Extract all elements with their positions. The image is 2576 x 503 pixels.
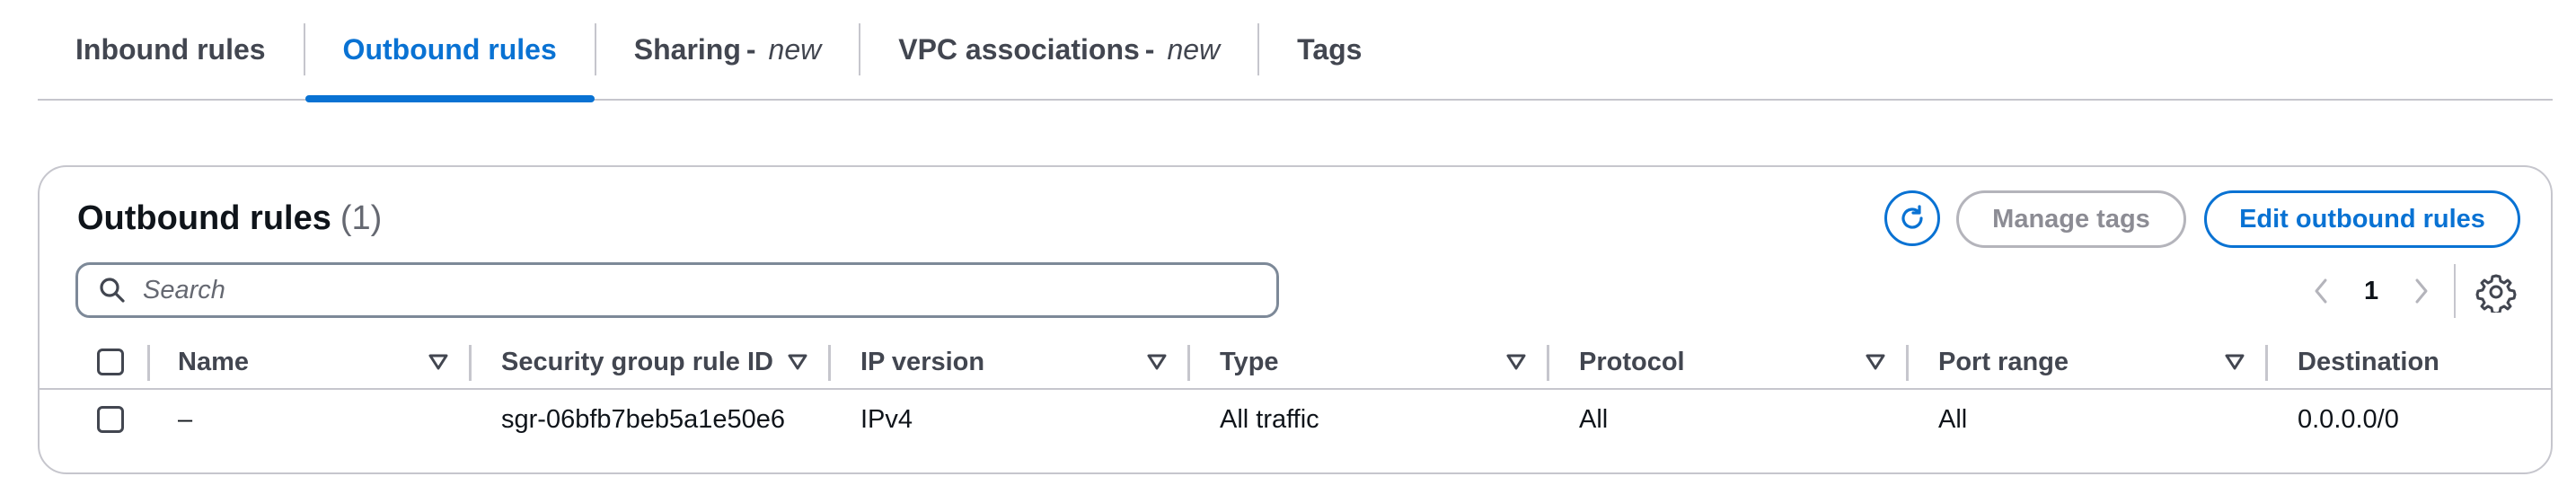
panel-title: Outbound rules (1) bbox=[77, 199, 382, 238]
manage-tags-button[interactable]: Manage tags bbox=[1956, 190, 2186, 248]
column-header-ip-version[interactable]: IP version bbox=[860, 334, 984, 390]
pager-divider bbox=[2454, 264, 2456, 318]
sort-caret-icon[interactable] bbox=[787, 352, 808, 372]
column-divider bbox=[2265, 345, 2268, 381]
next-page-button[interactable] bbox=[2404, 277, 2439, 305]
tab-label: Inbound rules bbox=[75, 32, 266, 66]
tab-dash: - bbox=[745, 32, 756, 66]
edit-outbound-rules-button[interactable]: Edit outbound rules bbox=[2204, 190, 2520, 248]
panel-title-text: Outbound rules bbox=[77, 199, 331, 237]
chevron-left-icon bbox=[2315, 278, 2327, 304]
table-row[interactable]: – sgr-06bfb7beb5a1e50e6 IPv4 All traffic… bbox=[40, 392, 2551, 447]
tab-label: Outbound rules bbox=[342, 32, 557, 66]
cell-type: All traffic bbox=[1220, 404, 1319, 434]
column-header-type[interactable]: Type bbox=[1220, 334, 1279, 390]
sort-caret-icon[interactable] bbox=[428, 352, 449, 372]
sort-caret-icon[interactable] bbox=[1505, 352, 1527, 372]
refresh-icon bbox=[1901, 205, 1923, 229]
cell-ip-version: IPv4 bbox=[860, 404, 913, 434]
cell-port-range: All bbox=[1938, 404, 1968, 434]
column-divider bbox=[1187, 345, 1190, 381]
tab-new-badge: new bbox=[1167, 32, 1221, 66]
refresh-button[interactable] bbox=[1884, 190, 1940, 246]
column-divider bbox=[828, 345, 831, 381]
tab-label: Sharing bbox=[633, 32, 741, 66]
column-divider bbox=[1547, 345, 1549, 381]
sort-caret-icon[interactable] bbox=[2224, 352, 2245, 372]
tab-label: VPC associations bbox=[898, 32, 1140, 66]
sort-caret-icon[interactable] bbox=[1146, 352, 1168, 372]
tab-tags[interactable]: Tags bbox=[1259, 0, 1399, 99]
tab-bar: Inbound rules Outbound rules Sharing - n… bbox=[38, 0, 2553, 102]
tab-new-badge: new bbox=[768, 32, 822, 66]
column-divider bbox=[1906, 345, 1909, 381]
search-icon bbox=[100, 278, 125, 303]
settings-gear-icon[interactable] bbox=[2475, 271, 2517, 313]
column-header-rule-id[interactable]: Security group rule ID bbox=[501, 334, 773, 390]
column-header-protocol[interactable]: Protocol bbox=[1579, 334, 1685, 390]
pagination: 1 bbox=[2303, 264, 2439, 318]
sort-caret-icon[interactable] bbox=[1865, 352, 1886, 372]
outbound-rules-panel: Outbound rules (1) Manage tags Edit outbo… bbox=[38, 165, 2553, 474]
cell-rule-id: sgr-06bfb7beb5a1e50e6 bbox=[501, 404, 786, 434]
cell-name: – bbox=[178, 404, 193, 434]
rule-count: (1) bbox=[340, 199, 383, 237]
tab-sharing[interactable]: Sharing - new bbox=[596, 0, 859, 99]
column-divider bbox=[147, 345, 150, 381]
tab-dash: - bbox=[1144, 32, 1155, 66]
row-select-checkbox[interactable] bbox=[97, 406, 124, 433]
column-header-port-range[interactable]: Port range bbox=[1938, 334, 2069, 390]
column-divider bbox=[469, 345, 472, 381]
previous-page-button[interactable] bbox=[2303, 277, 2339, 305]
cell-destination: 0.0.0.0/0 bbox=[2298, 404, 2399, 434]
cell-protocol: All bbox=[1579, 404, 1609, 434]
tab-inbound-rules[interactable]: Inbound rules bbox=[38, 0, 304, 99]
search-input[interactable]: Search bbox=[75, 262, 1279, 318]
table-header: Name Security group rule ID IP version T… bbox=[40, 334, 2551, 390]
chevron-right-icon bbox=[2415, 278, 2428, 304]
select-all-checkbox[interactable] bbox=[97, 349, 124, 375]
tab-label: Tags bbox=[1297, 32, 1363, 66]
current-page-number[interactable]: 1 bbox=[2364, 277, 2378, 306]
tab-vpc-associations[interactable]: VPC associations - new bbox=[860, 0, 1257, 99]
search-placeholder: Search bbox=[143, 275, 225, 304]
tab-outbound-rules[interactable]: Outbound rules bbox=[304, 0, 595, 102]
column-header-destination[interactable]: Destination bbox=[2298, 334, 2439, 390]
column-header-name[interactable]: Name bbox=[178, 334, 249, 390]
security-group-rules-view: Inbound rules Outbound rules Sharing - n… bbox=[0, 0, 2576, 503]
